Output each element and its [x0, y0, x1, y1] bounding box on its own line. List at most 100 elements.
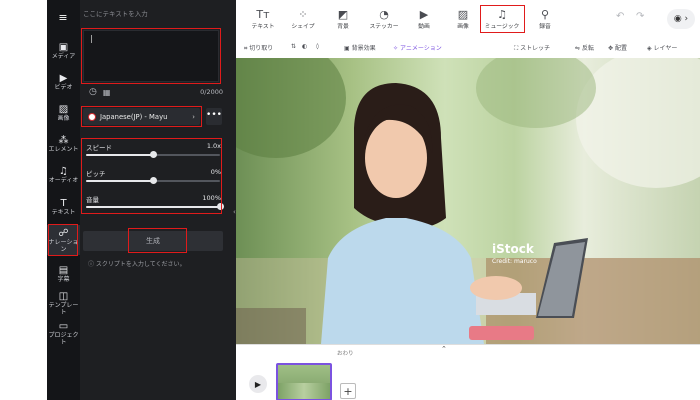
highlight-music [480, 5, 525, 33]
sidebar-item-label: オーディオ [48, 177, 79, 184]
video-editor-app: ≡ ▣ メディア ▶ ビデオ ▨ 画像 ⁂ エレメント ♫ オーディオ T テキ… [47, 0, 700, 400]
arrange-label: 配置 [614, 45, 627, 52]
folder-icon: ▭ [58, 320, 69, 332]
flip-label: 反転 [581, 45, 594, 52]
timeline-end-label: おわり [337, 351, 354, 357]
video-icon: ▶ [419, 7, 429, 21]
sidebar-item-template[interactable]: ◫ テンプレート [47, 288, 80, 318]
image-icon: ▨ [457, 7, 469, 21]
sidebar-item-image[interactable]: ▨ 画像 [47, 98, 80, 128]
preview-canvas[interactable]: iStock Credit: maruco [236, 58, 700, 344]
clip-thumbnail [278, 383, 330, 399]
tool-label: ステッカー [369, 23, 399, 30]
highlight-narration [48, 224, 78, 256]
animation-label: アニメーション [399, 45, 442, 52]
tool-label: 録音 [539, 23, 551, 30]
drop-icon[interactable]: ◊ [316, 43, 319, 50]
watermark-brand: iStock [492, 242, 534, 256]
sidebar-item-subtitle[interactable]: ▤ 字幕 [47, 259, 80, 289]
arrange-tool[interactable]: ✥ 配置 [608, 43, 627, 52]
highlight-voice [81, 106, 202, 127]
watermark: iStock Credit: maruco [492, 242, 597, 270]
sticker-icon: ◔ [379, 7, 389, 21]
undo-icon[interactable]: ↶ [616, 11, 624, 22]
tool-label: 背景 [337, 23, 349, 30]
stretch-label: ストレッチ [520, 45, 551, 52]
template-icon: ◫ [58, 290, 69, 302]
sidebar-item-label: テキスト [51, 209, 76, 216]
add-clip-button[interactable]: + [340, 383, 356, 399]
sidebar-item-text[interactable]: T テキスト [47, 192, 80, 222]
element-icon: ⁂ [58, 135, 69, 146]
highlight-generate [128, 228, 187, 253]
bg-effect-label: 背景効果 [351, 45, 376, 52]
arrange-icon: ✥ [608, 45, 615, 52]
highlight-text-input [81, 28, 221, 84]
top-toolbar: Tт テキスト ⁘ シェイプ ◩ 背景 ◔ ステッカー ▶ 動画 ▨ 画像 ♫ … [236, 0, 700, 39]
play-button[interactable]: ▶ [249, 375, 267, 393]
person-icon: ▣ [344, 45, 352, 52]
info-icon: ⓘ [88, 261, 96, 268]
clock-icon[interactable]: ◷ [89, 87, 97, 97]
tool-record[interactable]: ⚲ 録音 [527, 6, 563, 32]
more-options-button[interactable]: ••• [206, 108, 222, 125]
timeline: ⌃ おわり ▶ + [236, 344, 700, 400]
hamburger-menu-icon[interactable]: ≡ [56, 11, 70, 24]
image-icon: ▨ [58, 104, 69, 115]
hint-label: スクリプトを入力してください。 [95, 261, 186, 268]
microphone-icon: ⚲ [540, 7, 550, 21]
tool-shape[interactable]: ⁘ シェイプ [285, 6, 321, 32]
layer-label: レイヤー [653, 45, 678, 52]
sidebar-item-audio[interactable]: ♫ オーディオ [47, 160, 80, 190]
sidebar-item-label: エレメント [48, 146, 79, 153]
stock-photo [236, 58, 700, 344]
tool-video[interactable]: ▶ 動画 [406, 6, 442, 32]
sidebar-item-label: プロジェクト [48, 331, 79, 346]
filter-icon[interactable]: ◐ [302, 43, 307, 50]
tool-label: 画像 [457, 23, 469, 30]
adjust-icon[interactable]: ⇅ [291, 43, 296, 50]
grid-icon[interactable]: ▦ [103, 88, 111, 97]
music-note-icon: ♫ [59, 166, 68, 177]
tool-image[interactable]: ▨ 画像 [445, 6, 481, 32]
record-button[interactable]: ◉ › [667, 9, 695, 29]
char-count: 0/2000 [200, 88, 223, 96]
layer-tool[interactable]: ◈ レイヤー [647, 43, 677, 52]
sidebar-item-project[interactable]: ▭ プロジェクト [47, 318, 80, 348]
media-icon: ▣ [58, 42, 69, 53]
tool-label: 動画 [418, 23, 430, 30]
watermark-credit: Credit: maruco [492, 258, 537, 265]
shape-icon: ⁘ [298, 7, 308, 21]
tool-background[interactable]: ◩ 背景 [325, 6, 361, 32]
narration-panel: ここにテキストを入力 | ◷ ▦ 0/2000 Japanese(JP) - M… [80, 0, 236, 400]
stretch-tool[interactable]: ⛶ ストレッチ [514, 43, 550, 53]
text-tool-icon: Tт [256, 7, 270, 21]
video-icon: ▶ [59, 73, 68, 84]
flip-tool[interactable]: ⇋ 反転 [575, 43, 594, 52]
sidebar-item-element[interactable]: ⁂ エレメント [47, 129, 80, 159]
animation-tool[interactable]: ✧ アニメーション [393, 43, 442, 52]
subtitle-icon: ▤ [58, 265, 69, 276]
sidebar-item-label: ビデオ [54, 84, 73, 91]
sidebar-item-video[interactable]: ▶ ビデオ [47, 67, 80, 97]
text-input-placeholder: ここにテキストを入力 [83, 10, 148, 18]
flip-icon: ⇋ [575, 45, 582, 52]
redo-icon[interactable]: ↷ [636, 11, 644, 22]
timeline-clip[interactable] [276, 363, 332, 400]
sidebar-item-label: メディア [51, 53, 76, 60]
tool-label: シェイプ [291, 23, 315, 30]
crop-tool[interactable]: ⌗ 切り取り [244, 43, 273, 53]
edit-toolbar: ⌗ 切り取り ⇅ ◐ ◊ ▣ 背景効果 ✧ アニメーション ⛶ ストレッチ ⇋ … [236, 38, 700, 59]
sidebar-item-media[interactable]: ▣ メディア [47, 36, 80, 66]
sidebar-item-label: 字幕 [57, 276, 70, 283]
expand-timeline-icon[interactable]: ⌃ [441, 345, 447, 353]
tool-sticker[interactable]: ◔ ステッカー [366, 6, 402, 32]
highlight-sliders [81, 138, 222, 214]
sidebar-rail: ≡ ▣ メディア ▶ ビデオ ▨ 画像 ⁂ エレメント ♫ オーディオ T テキ… [47, 0, 80, 400]
animation-icon: ✧ [393, 45, 400, 52]
tool-text[interactable]: Tт テキスト [245, 6, 281, 32]
bg-effect-tool[interactable]: ▣ 背景効果 [344, 43, 376, 52]
sidebar-item-label: テンプレート [48, 301, 79, 316]
text-icon: T [60, 198, 67, 209]
tool-label: テキスト [251, 23, 275, 30]
